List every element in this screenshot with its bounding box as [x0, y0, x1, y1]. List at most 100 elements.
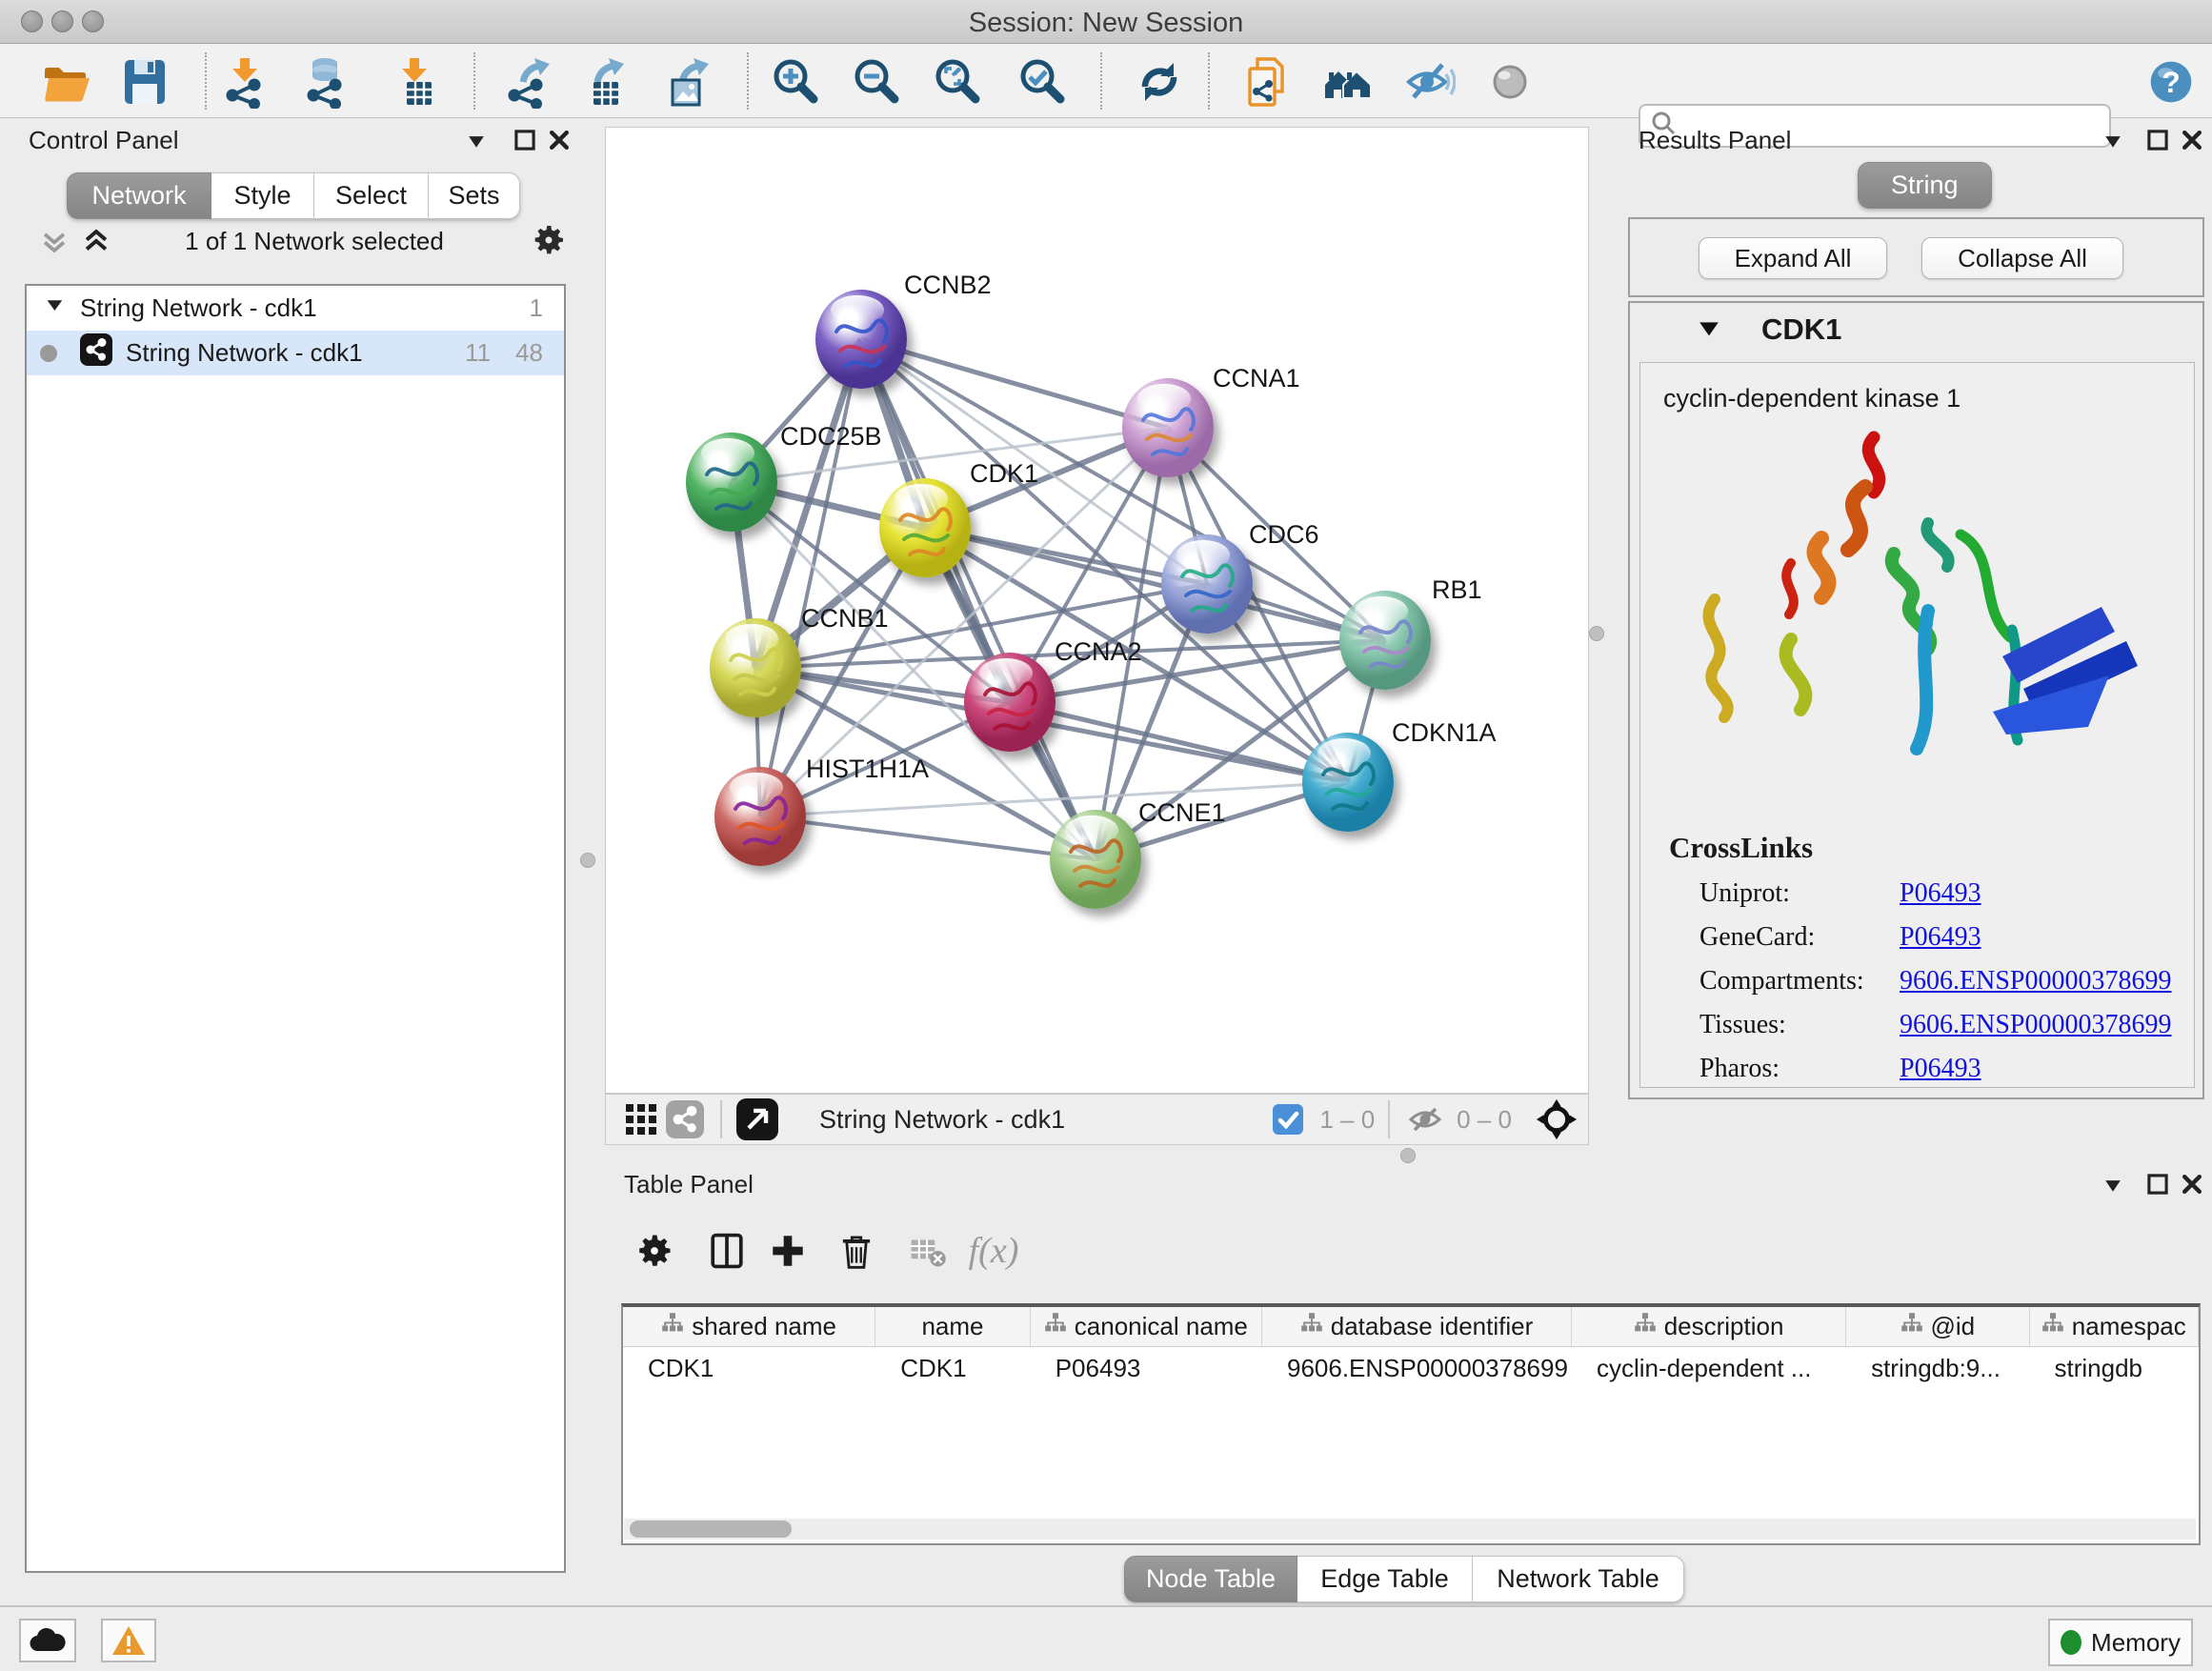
selected-checkbox-icon[interactable]	[1266, 1097, 1310, 1141]
table-cell[interactable]: CDK1	[623, 1347, 875, 1389]
expand-all-button[interactable]: Expand All	[1699, 237, 1887, 279]
column-header-@id[interactable]: @id	[1846, 1307, 2029, 1346]
tab-sets[interactable]: Sets	[429, 172, 520, 219]
zoom-selected-icon[interactable]	[1016, 54, 1071, 110]
open-session-icon[interactable]	[39, 54, 94, 110]
node-HIST1H1A[interactable]	[714, 767, 806, 866]
zoom-fit-icon[interactable]	[931, 54, 986, 110]
scrollbar-thumb[interactable]	[630, 1520, 792, 1538]
results-tab-string[interactable]: String	[1858, 162, 1992, 209]
collapse-section-icon[interactable]	[1695, 314, 1723, 346]
string-style-icon[interactable]	[663, 1097, 707, 1141]
tab-node-table[interactable]: Node Table	[1124, 1556, 1297, 1602]
table-cell[interactable]: stringdb:9...	[1846, 1347, 2029, 1389]
tab-style[interactable]: Style	[211, 172, 314, 219]
show-hide-panels-icon[interactable]	[1401, 54, 1457, 110]
crosslink-link[interactable]: 9606.ENSP00000378699	[1900, 966, 2171, 997]
horizontal-splitter-handle[interactable]	[1400, 1148, 1416, 1163]
tab-edge-table[interactable]: Edge Table	[1297, 1556, 1473, 1602]
table-cell[interactable]: cyclin-dependent ...	[1572, 1347, 1846, 1389]
control-panel-menu-icon[interactable]	[463, 128, 490, 157]
refresh-icon[interactable]	[1132, 54, 1187, 110]
node-CDC25B[interactable]	[686, 433, 777, 532]
crosslink-link[interactable]: 9606.ENSP00000378699	[1900, 1010, 2171, 1040]
node-CCNE1[interactable]	[1050, 810, 1141, 909]
network-row-selected[interactable]: String Network - cdk1 11 48	[27, 331, 564, 375]
table-row[interactable]: CDK1CDK1P064939606.ENSP00000378699cyclin…	[623, 1347, 2199, 1389]
column-header-name[interactable]: name	[875, 1307, 1031, 1346]
cloud-status-icon[interactable]	[19, 1619, 76, 1662]
show-columns-icon[interactable]	[696, 1222, 757, 1279]
warning-status-icon[interactable]	[101, 1619, 156, 1662]
gene-section-header[interactable]: CDK1	[1630, 303, 2204, 356]
column-header-database-identifier[interactable]: database identifier	[1262, 1307, 1572, 1346]
edge-CCNB2-HIST1H1A[interactable]	[760, 339, 861, 816]
hidden-eye-icon[interactable]	[1403, 1097, 1447, 1141]
table-cell[interactable]: P06493	[1031, 1347, 1262, 1389]
control-panel-close-icon[interactable]	[547, 128, 572, 157]
edge-CCNE1-HIST1H1A[interactable]	[760, 816, 1096, 859]
tab-select[interactable]: Select	[314, 172, 429, 219]
import-database-icon[interactable]	[300, 54, 355, 110]
tab-network[interactable]: Network	[67, 172, 211, 219]
tab-network-table[interactable]: Network Table	[1473, 1556, 1684, 1602]
crosslink-link[interactable]: P06493	[1900, 1054, 1981, 1084]
expand-all-tree-icon[interactable]	[80, 225, 112, 262]
collapse-all-tree-icon[interactable]	[38, 225, 70, 262]
delete-column-trash-icon[interactable]	[826, 1222, 887, 1279]
table-settings-gear-icon[interactable]	[624, 1222, 685, 1279]
home-icon[interactable]	[1320, 54, 1376, 110]
node-CDKN1A[interactable]	[1302, 733, 1394, 832]
fit-selected-crosshair-icon[interactable]	[1535, 1097, 1579, 1141]
export-table-icon[interactable]	[575, 54, 631, 110]
right-splitter-handle[interactable]	[1589, 626, 1604, 641]
table-panel-float-icon[interactable]	[2145, 1172, 2170, 1201]
crosslink-link[interactable]: P06493	[1900, 878, 1981, 909]
import-network-icon[interactable]	[219, 54, 274, 110]
network-options-gear-icon[interactable]	[530, 221, 568, 264]
results-panel-float-icon[interactable]	[2145, 128, 2170, 157]
node-CDC6[interactable]	[1161, 534, 1253, 634]
tree-expand-icon[interactable]	[44, 293, 67, 323]
column-header-description[interactable]: description	[1572, 1307, 1846, 1346]
add-column-icon[interactable]	[757, 1222, 818, 1279]
table-cell[interactable]: stringdb	[2030, 1347, 2199, 1389]
network-collection-row[interactable]: String Network - cdk1 1	[27, 286, 564, 331]
birds-eye-icon[interactable]	[1482, 54, 1538, 110]
results-panel-menu-icon[interactable]	[2100, 128, 2126, 157]
node-CDK1[interactable]	[879, 478, 971, 577]
node-CCNB2[interactable]	[815, 290, 907, 389]
network-canvas[interactable]: CCNB2 CCNA1 CDC25B CDK1	[605, 127, 1589, 1094]
table-panel-close-icon[interactable]	[2180, 1172, 2204, 1201]
column-header-shared-name[interactable]: shared name	[623, 1307, 875, 1346]
collapse-all-button[interactable]: Collapse All	[1921, 237, 2123, 279]
help-icon[interactable]: ?	[2143, 54, 2199, 110]
table-cell[interactable]: CDK1	[875, 1347, 1031, 1389]
node-table[interactable]: shared namenamecanonical namedatabase id…	[621, 1303, 2201, 1545]
results-panel-close-icon[interactable]	[2180, 128, 2204, 157]
control-panel-float-icon[interactable]	[513, 128, 537, 157]
column-header-namespac[interactable]: namespac	[2030, 1307, 2199, 1346]
left-splitter-handle[interactable]	[580, 853, 595, 868]
node-CCNA1[interactable]	[1122, 378, 1214, 477]
save-session-icon[interactable]	[117, 54, 172, 110]
table-horizontal-scrollbar[interactable]	[624, 1519, 2196, 1540]
node-RB1[interactable]	[1339, 591, 1431, 690]
table-panel-menu-icon[interactable]	[2100, 1172, 2126, 1201]
function-builder-icon[interactable]: f(x)	[963, 1222, 1024, 1279]
column-header-canonical-name[interactable]: canonical name	[1031, 1307, 1262, 1346]
import-table-icon[interactable]	[389, 54, 444, 110]
node-CCNA2[interactable]	[964, 653, 1056, 752]
export-network-icon[interactable]	[501, 54, 556, 110]
copy-network-icon[interactable]	[1239, 54, 1295, 110]
node-CCNB1[interactable]	[710, 618, 801, 717]
grid-view-icon[interactable]	[619, 1097, 663, 1141]
zoom-out-icon[interactable]	[850, 54, 905, 110]
birds-eye-toggle-icon[interactable]	[735, 1097, 779, 1141]
export-image-icon[interactable]	[660, 54, 715, 110]
table-cell[interactable]: 9606.ENSP00000378699	[1262, 1347, 1572, 1389]
delete-table-icon[interactable]	[896, 1222, 957, 1279]
crosslink-link[interactable]: P06493	[1900, 922, 1981, 953]
zoom-in-icon[interactable]	[769, 54, 824, 110]
memory-button[interactable]: Memory	[2048, 1619, 2193, 1666]
